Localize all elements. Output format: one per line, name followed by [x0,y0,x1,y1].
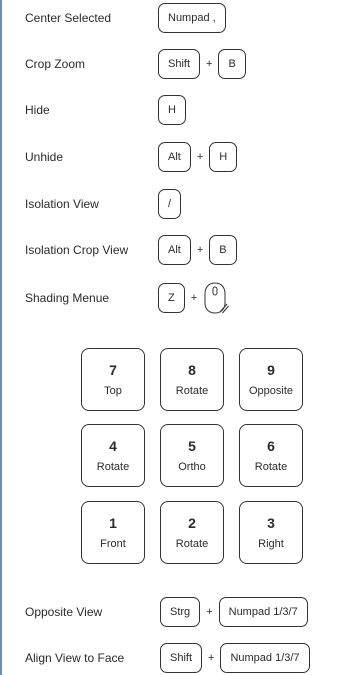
shortcut-row-align-view-to-face: Align View to Face Shift + Numpad 1/3/7 [0,641,338,675]
key-z: Z [158,283,185,313]
shortcut-label: Align View to Face [25,651,125,665]
numpad-key-5: 5 Ortho [160,424,224,487]
numpad-key-label: Front [100,538,126,550]
key-b: B [218,49,246,79]
shortcut-label: Isolation View [25,197,99,211]
plus-sign: + [196,151,204,163]
key-strg: Strg [160,597,201,627]
shortcut-row-unhide: Unhide Alt + H [0,140,338,174]
numpad-view-grid: 7 Top 8 Rotate 9 Opposite 4 Rotate 5 Ort… [81,348,331,564]
numpad-key-number: 1 [109,515,117,531]
numpad-key-label: Right [258,538,284,550]
shortcut-label: Shading Menue [25,291,110,305]
plus-sign: + [206,606,213,618]
shortcut-row-isolation-crop-view: Isolation Crop View Alt + B [0,233,338,267]
numpad-key-label: Ortho [178,461,206,473]
plus-sign: + [208,652,215,664]
numpad-key-6: 6 Rotate [239,424,303,487]
numpad-key-2: 2 Rotate [160,501,224,564]
shortcut-label: Center Selected [25,11,112,25]
key-shift: Shift [158,49,201,79]
shortcut-label: Isolation Crop View [25,243,129,257]
numpad-key-label: Top [104,385,122,397]
shortcut-row-center-selected: Center Selected Numpad , [0,1,338,35]
numpad-key-7: 7 Top [81,348,145,411]
shortcut-row-shading-menue: Shading Menue Z + [0,281,338,315]
numpad-key-9: 9 Opposite [239,348,303,411]
key-numpad-comma: Numpad , [158,3,226,33]
key-alt: Alt [158,235,191,265]
numpad-key-label: Rotate [96,461,130,473]
shortcut-row-crop-zoom: Crop Zoom Shift + B [0,47,338,81]
numpad-key-8: 8 Rotate [160,348,224,411]
key-alt: Alt [158,142,191,172]
numpad-key-4: 4 Rotate [81,424,145,487]
numpad-key-label: Rotate [175,538,209,550]
shortcut-label: Hide [25,103,50,117]
plus-sign: + [206,58,213,70]
shortcut-row-opposite-view: Opposite View Strg + Numpad 1/3/7 [0,595,338,629]
shortcut-row-hide: Hide H [0,93,338,127]
numpad-key-number: 6 [267,438,275,454]
shortcut-label: Opposite View [25,605,103,619]
key-h: H [158,95,186,125]
mouse-middle-button-icon [203,282,230,314]
key-b: B [209,235,237,265]
shortcut-label: Unhide [25,150,64,164]
numpad-key-number: 2 [188,515,196,531]
numpad-key-number: 5 [188,438,196,454]
numpad-key-number: 9 [267,362,275,378]
numpad-key-number: 7 [109,362,117,378]
key-numpad-1-3-7: Numpad 1/3/7 [220,643,310,673]
key-shift: Shift [160,643,203,673]
numpad-key-label: Rotate [175,385,209,397]
shortcut-label: Crop Zoom [25,57,86,71]
key-slash: / [158,189,182,219]
numpad-key-label: Rotate [254,461,288,473]
numpad-key-3: 3 Right [239,501,303,564]
numpad-key-1: 1 Front [81,501,145,564]
numpad-key-number: 3 [267,515,275,531]
numpad-key-label: Opposite [248,385,294,397]
key-h: H [209,142,238,172]
plus-sign: + [196,244,204,256]
numpad-key-number: 4 [109,438,117,454]
numpad-key-number: 8 [188,362,196,378]
plus-sign: + [190,292,198,304]
shortcut-row-isolation-view: Isolation View / [0,187,338,221]
key-numpad-1-3-7: Numpad 1/3/7 [218,597,308,627]
